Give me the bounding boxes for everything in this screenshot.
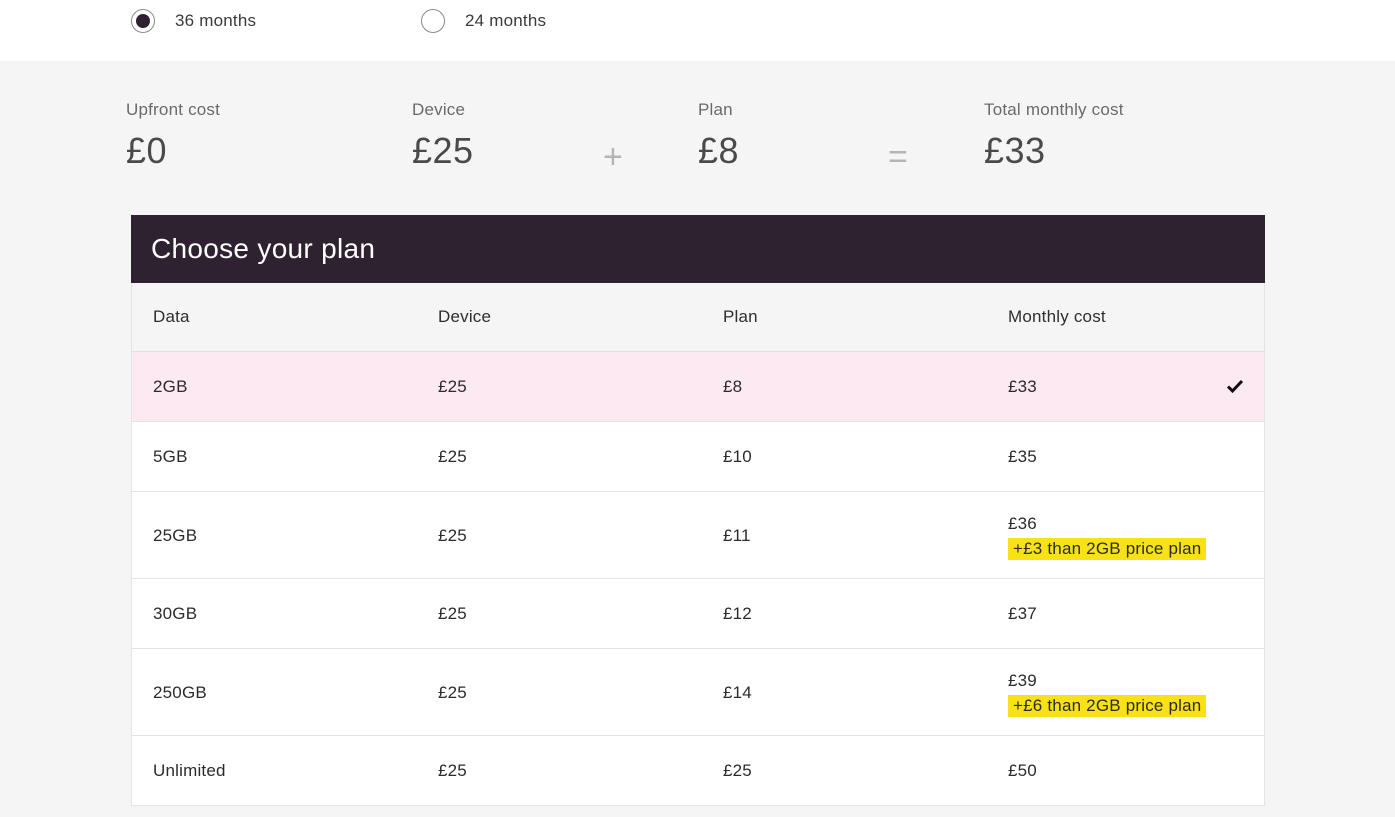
plan-row-250gb[interactable]: 250GB £25 £14 £39 +£6 than 2GB price pla… bbox=[131, 649, 1265, 736]
device-cost: Device £25 bbox=[412, 100, 474, 172]
plan-data-cell: Unlimited bbox=[153, 761, 226, 780]
term-option-label: 36 months bbox=[175, 10, 257, 30]
contract-term-selector: 36 months 24 months bbox=[0, 0, 1395, 61]
plan-monthly-cell: £50 bbox=[1008, 761, 1037, 780]
plan-monthly-cell: £36 +£3 than 2GB price plan bbox=[1008, 514, 1207, 560]
plan-monthly-cell: £35 bbox=[1008, 447, 1037, 466]
plan-price-cell: £11 bbox=[723, 526, 751, 545]
plan-device-cell: £25 bbox=[438, 604, 467, 623]
plan-data-cell: 5GB bbox=[153, 447, 188, 466]
plan-monthly-value: £36 bbox=[1008, 514, 1037, 533]
plan-data-cell: 2GB bbox=[153, 377, 188, 396]
plan-row-unlimited[interactable]: Unlimited £25 £25 £50 bbox=[131, 736, 1265, 806]
plan-table: Choose your plan Data Device Plan Monthl… bbox=[131, 215, 1265, 806]
equals-sign: = bbox=[888, 138, 908, 176]
plan-data-cell: 250GB bbox=[153, 683, 207, 702]
term-option-36-months[interactable]: 36 months bbox=[131, 8, 256, 33]
plus-sign: + bbox=[603, 138, 623, 176]
total-monthly-cost: Total monthly cost £33 bbox=[984, 100, 1124, 172]
plan-device-cell: £25 bbox=[438, 377, 467, 396]
plan-price-cell: £12 bbox=[723, 604, 752, 623]
plan-cost-label: Plan bbox=[698, 100, 733, 119]
term-option-label: 24 months bbox=[465, 10, 547, 30]
total-monthly-cost-value: £33 bbox=[984, 130, 1046, 171]
plan-price-cell: £8 bbox=[723, 377, 743, 396]
plan-monthly-cell: £39 +£6 than 2GB price plan bbox=[1008, 671, 1207, 717]
column-header-monthly-cost: Monthly cost bbox=[1008, 307, 1106, 326]
column-header-data: Data bbox=[153, 307, 190, 326]
upfront-cost-label: Upfront cost bbox=[126, 100, 221, 119]
plan-device-cell: £25 bbox=[438, 447, 467, 466]
column-header-plan: Plan bbox=[723, 307, 758, 326]
device-cost-value: £25 bbox=[412, 130, 474, 171]
checkmark-icon bbox=[1226, 379, 1244, 394]
plan-monthly-cell: £37 bbox=[1008, 604, 1037, 623]
term-option-24-months[interactable]: 24 months bbox=[421, 8, 546, 33]
plan-cost-value: £8 bbox=[698, 130, 740, 171]
plan-price-cell: £25 bbox=[723, 761, 752, 780]
plan-price-cell: £10 bbox=[723, 447, 752, 466]
radio-button-selected[interactable] bbox=[131, 8, 155, 33]
plan-cost: Plan £8 bbox=[698, 100, 739, 172]
price-difference-badge: +£3 than 2GB price plan bbox=[1008, 538, 1207, 560]
plan-device-cell: £25 bbox=[438, 761, 467, 780]
device-cost-label: Device bbox=[412, 100, 466, 119]
plan-device-cell: £25 bbox=[438, 683, 467, 702]
plan-row-25gb[interactable]: 25GB £25 £11 £36 +£3 than 2GB price plan bbox=[131, 492, 1265, 579]
plan-table-column-headers: Data Device Plan Monthly cost bbox=[131, 283, 1265, 352]
radio-button[interactable] bbox=[421, 8, 445, 33]
plan-price-cell: £14 bbox=[723, 683, 752, 702]
plan-monthly-cell: £33 bbox=[1008, 377, 1037, 396]
plan-data-cell: 25GB bbox=[153, 526, 198, 545]
price-difference-badge: +£6 than 2GB price plan bbox=[1008, 695, 1207, 717]
plan-row-5gb[interactable]: 5GB £25 £10 £35 bbox=[131, 422, 1265, 492]
plan-row-2gb[interactable]: 2GB £25 £8 £33 bbox=[131, 352, 1265, 422]
plan-device-cell: £25 bbox=[438, 526, 467, 545]
upfront-cost: Upfront cost £0 bbox=[126, 100, 220, 172]
plan-row-30gb[interactable]: 30GB £25 £12 £37 bbox=[131, 579, 1265, 649]
total-monthly-cost-label: Total monthly cost bbox=[984, 100, 1124, 119]
plan-table-title: Choose your plan bbox=[131, 215, 1265, 283]
column-header-device: Device bbox=[438, 307, 492, 326]
upfront-cost-value: £0 bbox=[126, 130, 168, 171]
plan-monthly-value: £39 bbox=[1008, 671, 1037, 690]
plan-data-cell: 30GB bbox=[153, 604, 198, 623]
